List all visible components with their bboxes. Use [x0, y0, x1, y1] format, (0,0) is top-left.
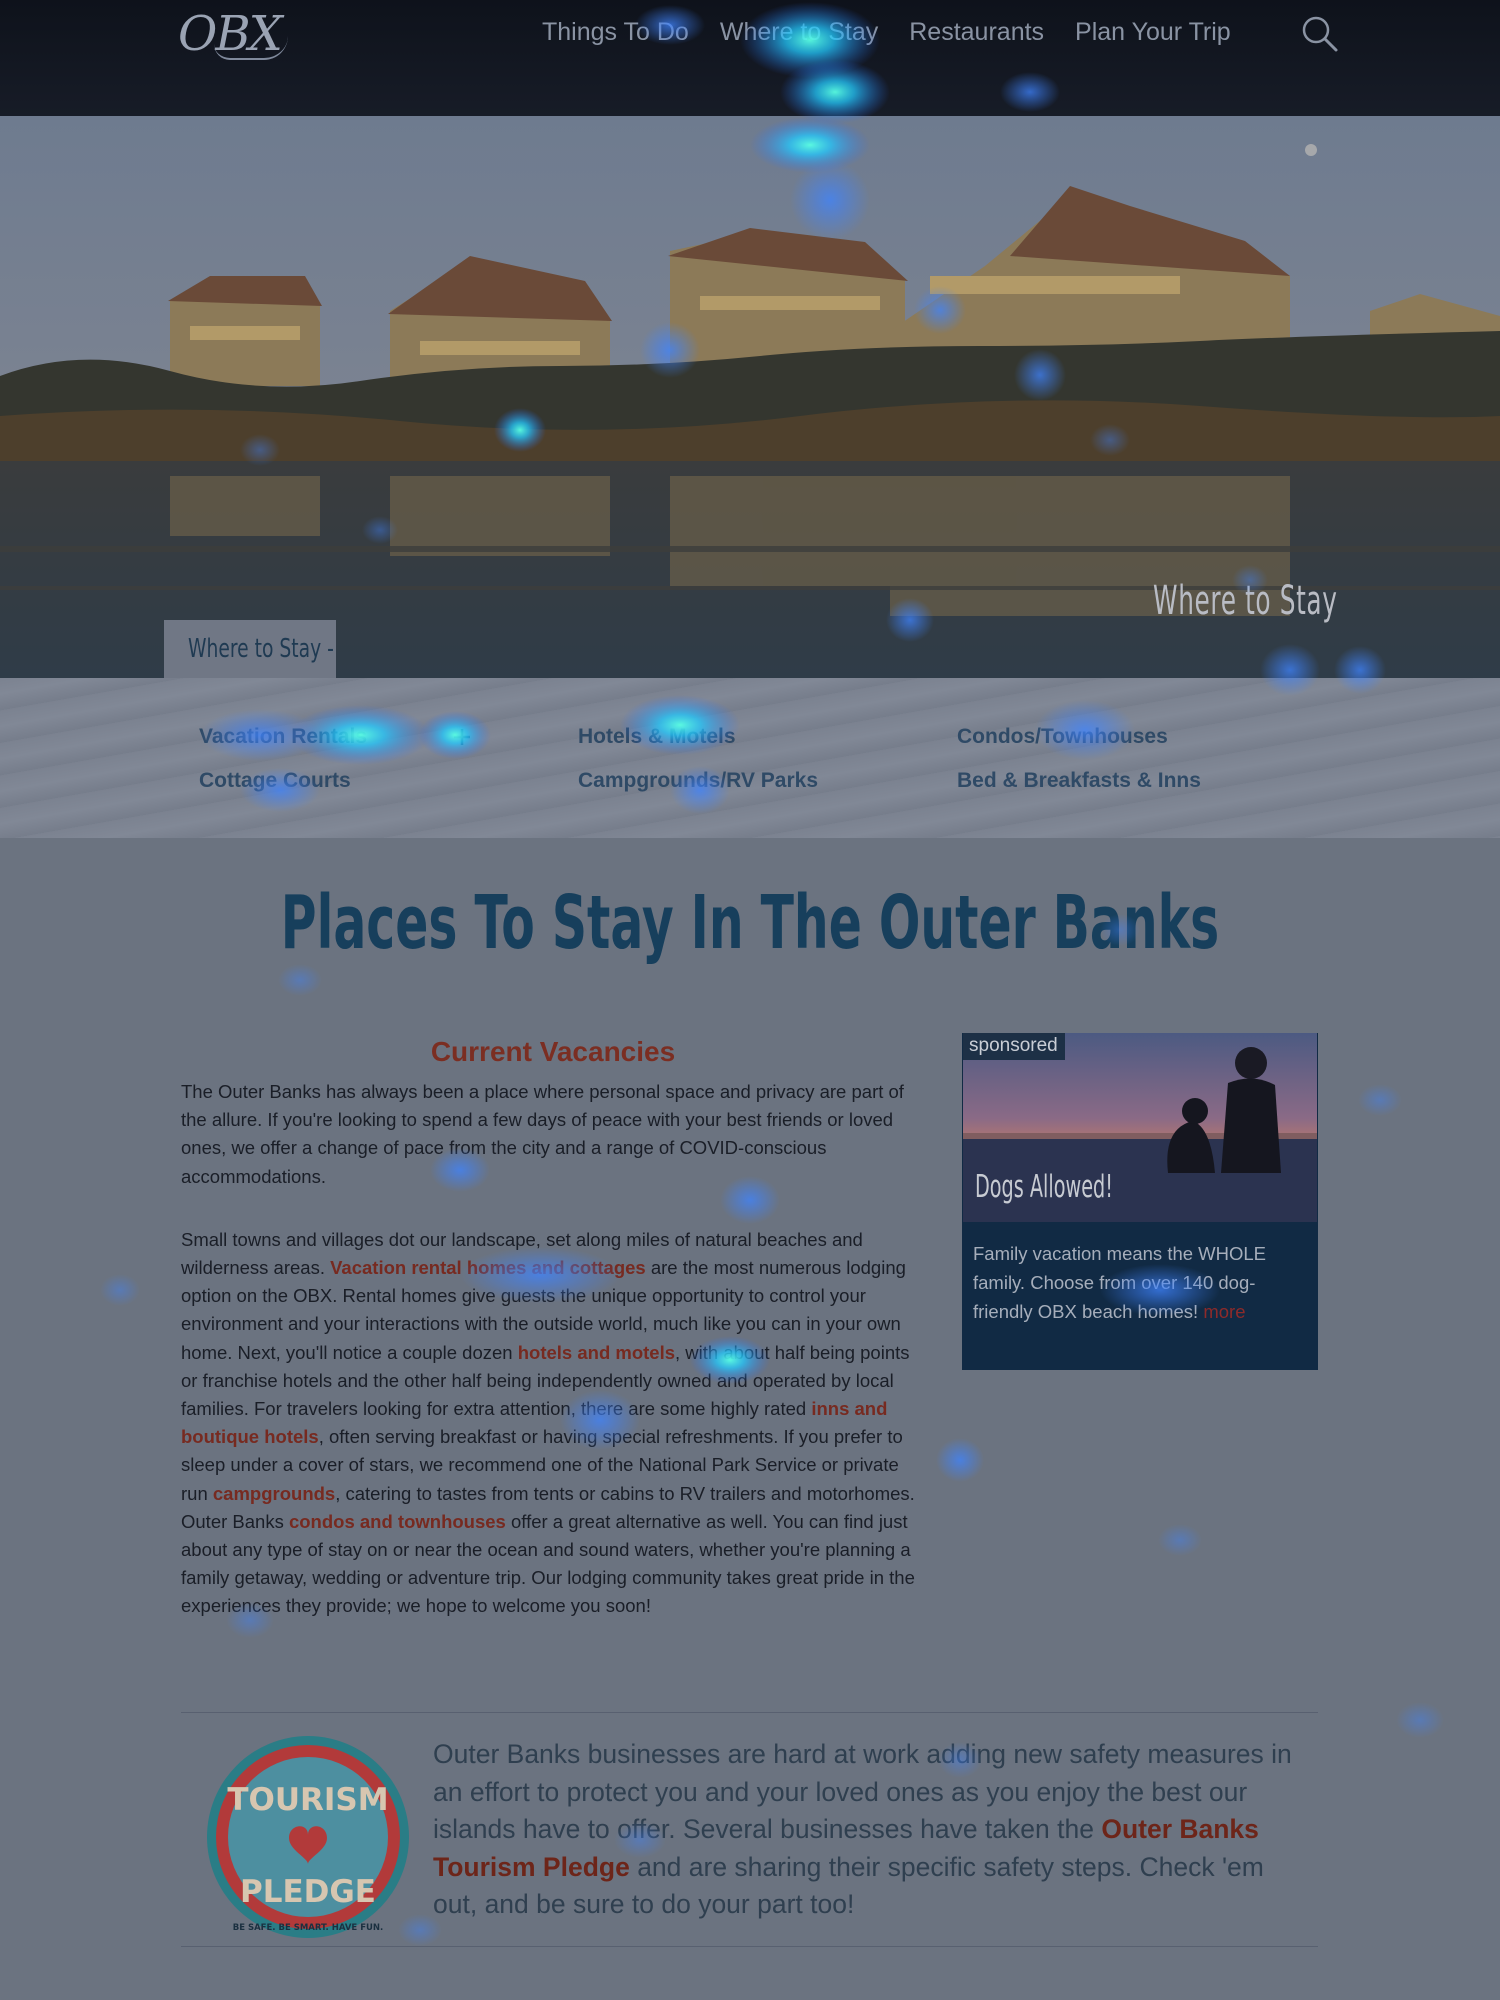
link-vacation-rentals[interactable]: Vacation rental homes and cottages: [330, 1257, 646, 1278]
tourism-pledge-badge[interactable]: TOURISM PLEDGE BE SAFE. BE SMART. HAVE F…: [205, 1734, 411, 1940]
article-heading: Current Vacancies: [430, 1036, 676, 1067]
section-tab[interactable]: Where to Stay -: [164, 620, 336, 678]
sponsored-badge: sponsored: [963, 1033, 1065, 1060]
subnav-vacation-rentals[interactable]: Vacation Rentals: [199, 725, 367, 749]
ad-more-link[interactable]: more: [1203, 1301, 1245, 1322]
search-icon[interactable]: [1300, 14, 1340, 54]
subnav-cottage-courts[interactable]: Cottage Courts: [199, 769, 351, 793]
page-title: Places To Stay In The Outer Banks: [280, 880, 1220, 966]
divider: [181, 1712, 1318, 1713]
nav-restaurants[interactable]: Restaurants: [909, 14, 1044, 50]
ad-text: Family vacation means the WHOLE family. …: [973, 1239, 1309, 1326]
link-condos-townhouses[interactable]: condos and townhouses: [289, 1511, 506, 1532]
hero-banner: Where to Stay Where to Stay -: [0, 116, 1500, 678]
nav-things-to-do[interactable]: Things To Do: [542, 14, 689, 50]
divider: [181, 1946, 1318, 1947]
subnav-hotels-motels[interactable]: Hotels & Motels: [578, 725, 736, 749]
nav-plan-your-trip[interactable]: Plan Your Trip: [1075, 14, 1231, 50]
site-header: OBX Things To Do Where to Stay Restauran…: [0, 0, 1500, 116]
link-campgrounds[interactable]: campgrounds: [213, 1483, 335, 1504]
vacancies-article: Current Vacancies The Outer Banks has al…: [181, 1036, 925, 1656]
badge-ring-text: BE SAFE. BE SMART. HAVE FUN.: [233, 1923, 384, 1933]
pledge-text: Outer Banks businesses are hard at work …: [433, 1736, 1313, 1924]
hero-caption: Where to Stay: [1153, 578, 1338, 624]
nav-where-to-stay[interactable]: Where to Stay: [720, 14, 878, 50]
subnav-condos-townhouses[interactable]: Condos/Townhouses: [957, 725, 1168, 749]
article-body: Small towns and villages dot our landsca…: [181, 1226, 925, 1621]
article-intro: The Outer Banks has always been a place …: [181, 1081, 904, 1187]
ad-photo[interactable]: sponsored Dogs Allowed!: [963, 1033, 1317, 1222]
section-tab-label: Where to Stay -: [188, 634, 334, 664]
link-hotels-motels[interactable]: hotels and motels: [518, 1342, 675, 1363]
ad-image-caption: Dogs Allowed!: [975, 1169, 1113, 1205]
sponsored-ad[interactable]: sponsored Dogs Allowed! Family vacation …: [962, 1033, 1318, 1370]
subnav-bed-breakfasts-inns[interactable]: Bed & Breakfasts & Inns: [957, 769, 1201, 793]
main-nav: Things To Do Where to Stay Restaurants P…: [542, 14, 1231, 50]
subnav-campgrounds-rv-parks[interactable]: Campgrounds/RV Parks: [578, 769, 818, 793]
badge-text-top: TOURISM: [227, 1782, 388, 1818]
badge-text-bottom: PLEDGE: [240, 1874, 376, 1910]
plus-icon[interactable]: [451, 726, 473, 748]
lodging-subnav: Vacation Rentals Hotels & Motels Condos/…: [0, 678, 1500, 838]
